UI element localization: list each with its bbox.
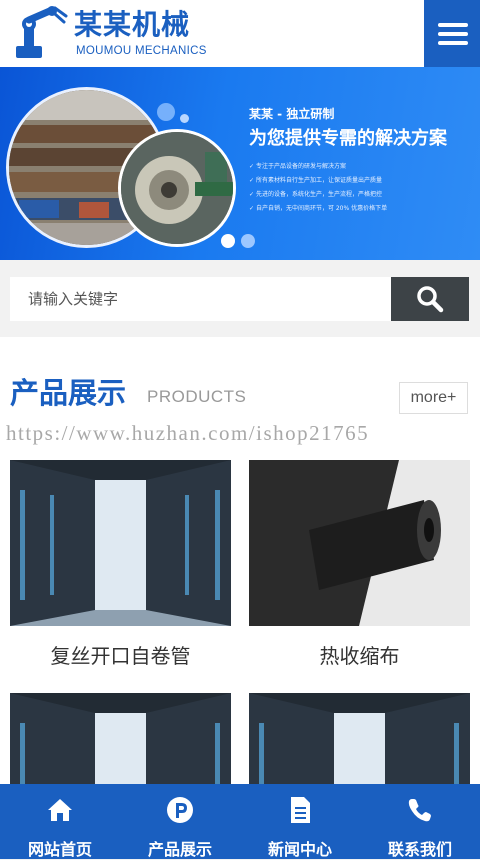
nav-label: 产品展示 [147,840,212,859]
nav-label: 联系我们 [387,840,452,859]
site-header: 某某机械 MOUMOU MECHANICS [0,0,480,67]
hero-banner[interactable]: 某某 - 独立研制 为您提供专需的解决方案 专注于产品设备的研发与解决方案 所有… [0,67,480,260]
phone-icon [408,799,431,822]
home-icon [48,799,72,821]
bottom-navigation: 网站首页 产品展示 新闻中心 联系我们 [0,784,480,859]
banner-feature: 自产自销，无中间商环节，可 20% 优惠价格下单 [249,202,387,216]
banner-headline: 为您提供专需的解决方案 [249,128,447,149]
nav-products[interactable]: 产品展示 [120,784,240,859]
search-icon [417,286,444,313]
server-room-image [10,460,231,626]
product-name: 复丝开口自卷管 [50,644,191,668]
heat-shrink-cloth-image [249,460,470,626]
product-card[interactable]: 热收缩布 [249,460,470,669]
nav-contact[interactable]: 联系我们 [360,784,480,859]
lathe-machine-photo [118,129,236,247]
nav-label: 网站首页 [27,840,92,859]
carousel-pager [221,233,261,252]
products-p-icon [167,797,193,823]
section-subtitle: PRODUCTS [147,387,247,406]
product-card[interactable]: 复丝开口自卷管 [10,460,231,669]
robot-arm-logo-icon[interactable] [12,6,70,61]
product-name: 热收缩布 [319,644,400,668]
nav-news[interactable]: 新闻中心 [240,784,360,859]
banner-feature: 专注于产品设备的研发与解决方案 [249,160,387,174]
nav-home[interactable]: 网站首页 [0,784,120,859]
search-bar [0,260,480,337]
carousel-dot-2[interactable] [241,234,255,248]
document-icon [291,797,310,823]
watermark-url: https://www.huzhan.com/ishop21765 [6,421,370,445]
logo-subtitle: MOUMOU MECHANICS [76,45,207,57]
menu-button[interactable] [424,0,480,67]
banner-feature: 先进的设备，系统化生产，生产流程，严格把控 [249,188,387,202]
logo-title[interactable]: 某某机械 [74,8,190,42]
banner-brand: 某某 - 独立研制 [249,107,335,121]
products-section: 产品展示 PRODUCTS more+ https://www.huzhan.c… [0,337,480,859]
banner-feature: 所有素材料自行生产加工，让保证质量出产质量 [249,174,387,188]
search-button[interactable] [391,277,469,321]
nav-label: 新闻中心 [267,840,332,859]
banner-feature-list: 专注于产品设备的研发与解决方案 所有素材料自行生产加工，让保证质量出产质量 先进… [249,160,387,216]
search-input[interactable] [10,277,392,321]
hamburger-menu-icon [438,23,468,27]
carousel-dot-1[interactable] [221,234,235,248]
more-button[interactable]: more+ [399,382,468,414]
section-title: 产品展示 [10,376,127,410]
